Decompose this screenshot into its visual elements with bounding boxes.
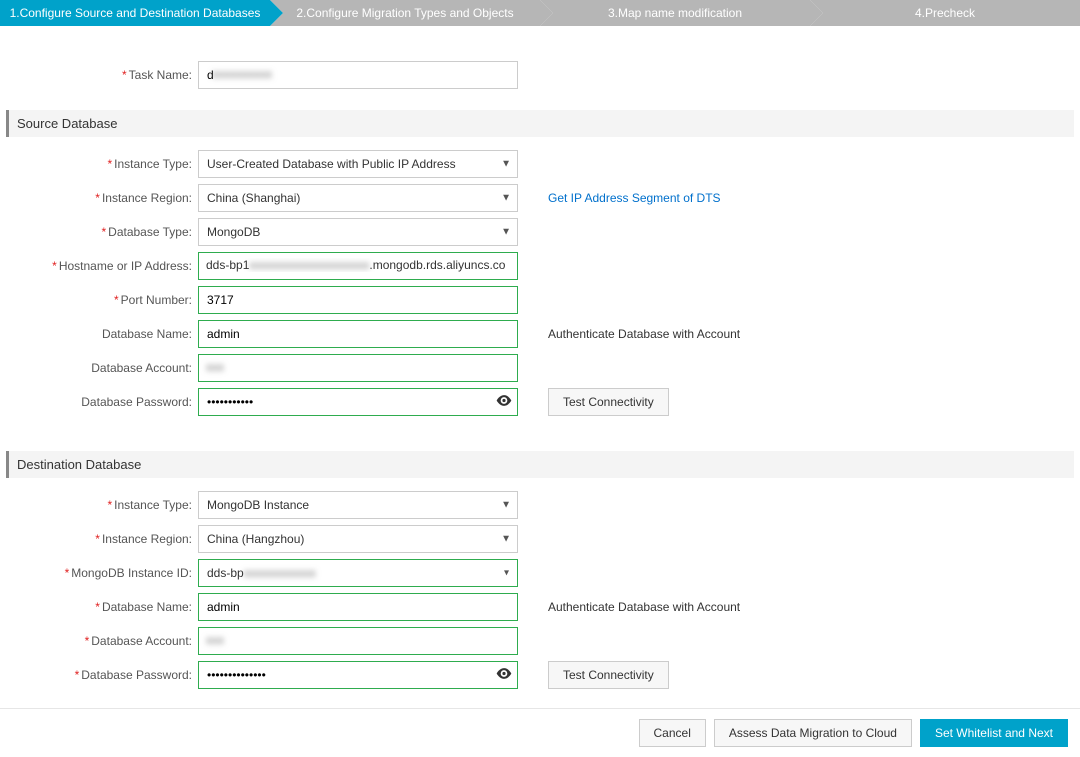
src-dbpassword-label: Database Password: xyxy=(6,395,198,409)
src-dbname-label: Database Name: xyxy=(6,327,198,341)
dest-dbname-label: *Database Name: xyxy=(6,600,198,614)
src-database-type-select[interactable]: MongoDB ▼ xyxy=(198,218,518,246)
step-3[interactable]: 3.Map name modification xyxy=(540,0,810,26)
src-hostip-input[interactable] xyxy=(198,252,518,280)
dest-mongo-id-combo[interactable]: dds-bpxxxxxxxxxxxx ▾ xyxy=(198,559,518,587)
src-dbpassword-input[interactable] xyxy=(198,388,518,416)
dest-instance-region-select[interactable]: China (Hangzhou) ▼ xyxy=(198,525,518,553)
src-instance-region-label: *Instance Region: xyxy=(6,191,198,205)
dest-instance-region-label: *Instance Region: xyxy=(6,532,198,546)
eye-icon[interactable] xyxy=(496,667,512,684)
dest-dbpassword-label: *Database Password: xyxy=(6,668,198,682)
dest-instance-type-select[interactable]: MongoDB Instance ▼ xyxy=(198,491,518,519)
src-port-input[interactable] xyxy=(198,286,518,314)
dest-dbaccount-input[interactable] xyxy=(198,627,518,655)
step-2[interactable]: 2.Configure Migration Types and Objects xyxy=(270,0,540,26)
src-dbname-input[interactable] xyxy=(198,320,518,348)
chevron-down-icon: ▼ xyxy=(501,500,511,511)
caret-down-icon: ▾ xyxy=(504,568,509,579)
eye-icon[interactable] xyxy=(496,394,512,411)
dest-dbname-hint: Authenticate Database with Account xyxy=(548,600,740,614)
assess-migration-button[interactable]: Assess Data Migration to Cloud xyxy=(714,719,912,747)
cancel-button[interactable]: Cancel xyxy=(639,719,706,747)
footer-actions: Cancel Assess Data Migration to Cloud Se… xyxy=(0,708,1080,757)
dest-dbname-input[interactable] xyxy=(198,593,518,621)
src-instance-type-select[interactable]: User-Created Database with Public IP Add… xyxy=(198,150,518,178)
set-whitelist-next-button[interactable]: Set Whitelist and Next xyxy=(920,719,1068,747)
src-dbaccount-input[interactable] xyxy=(198,354,518,382)
src-instance-type-label: *Instance Type: xyxy=(6,157,198,171)
wizard-steps: 1.Configure Source and Destination Datab… xyxy=(0,0,1080,26)
step-4[interactable]: 4.Precheck xyxy=(810,0,1080,26)
src-dbname-hint: Authenticate Database with Account xyxy=(548,327,740,341)
chevron-down-icon: ▼ xyxy=(501,227,511,238)
dest-dbpassword-input[interactable] xyxy=(198,661,518,689)
chevron-down-icon: ▼ xyxy=(501,534,511,545)
src-port-label: *Port Number: xyxy=(6,293,198,307)
src-database-type-label: *Database Type: xyxy=(6,225,198,239)
dest-db-section-title: Destination Database xyxy=(6,451,1074,478)
get-ip-segment-link[interactable]: Get IP Address Segment of DTS xyxy=(548,191,721,205)
dest-instance-type-label: *Instance Type: xyxy=(6,498,198,512)
source-db-section-title: Source Database xyxy=(6,110,1074,137)
step-1[interactable]: 1.Configure Source and Destination Datab… xyxy=(0,0,270,26)
chevron-down-icon: ▼ xyxy=(501,159,511,170)
task-name-label: *Task Name: xyxy=(6,68,198,82)
dest-mongo-id-label: *MongoDB Instance ID: xyxy=(6,566,198,580)
dest-test-connectivity-button[interactable]: Test Connectivity xyxy=(548,661,669,689)
src-test-connectivity-button[interactable]: Test Connectivity xyxy=(548,388,669,416)
src-dbaccount-label: Database Account: xyxy=(6,361,198,375)
src-instance-region-select[interactable]: China (Shanghai) ▼ xyxy=(198,184,518,212)
src-hostip-label: *Hostname or IP Address: xyxy=(6,259,198,273)
task-name-input[interactable] xyxy=(198,61,518,89)
dest-dbaccount-label: *Database Account: xyxy=(6,634,198,648)
chevron-down-icon: ▼ xyxy=(501,193,511,204)
